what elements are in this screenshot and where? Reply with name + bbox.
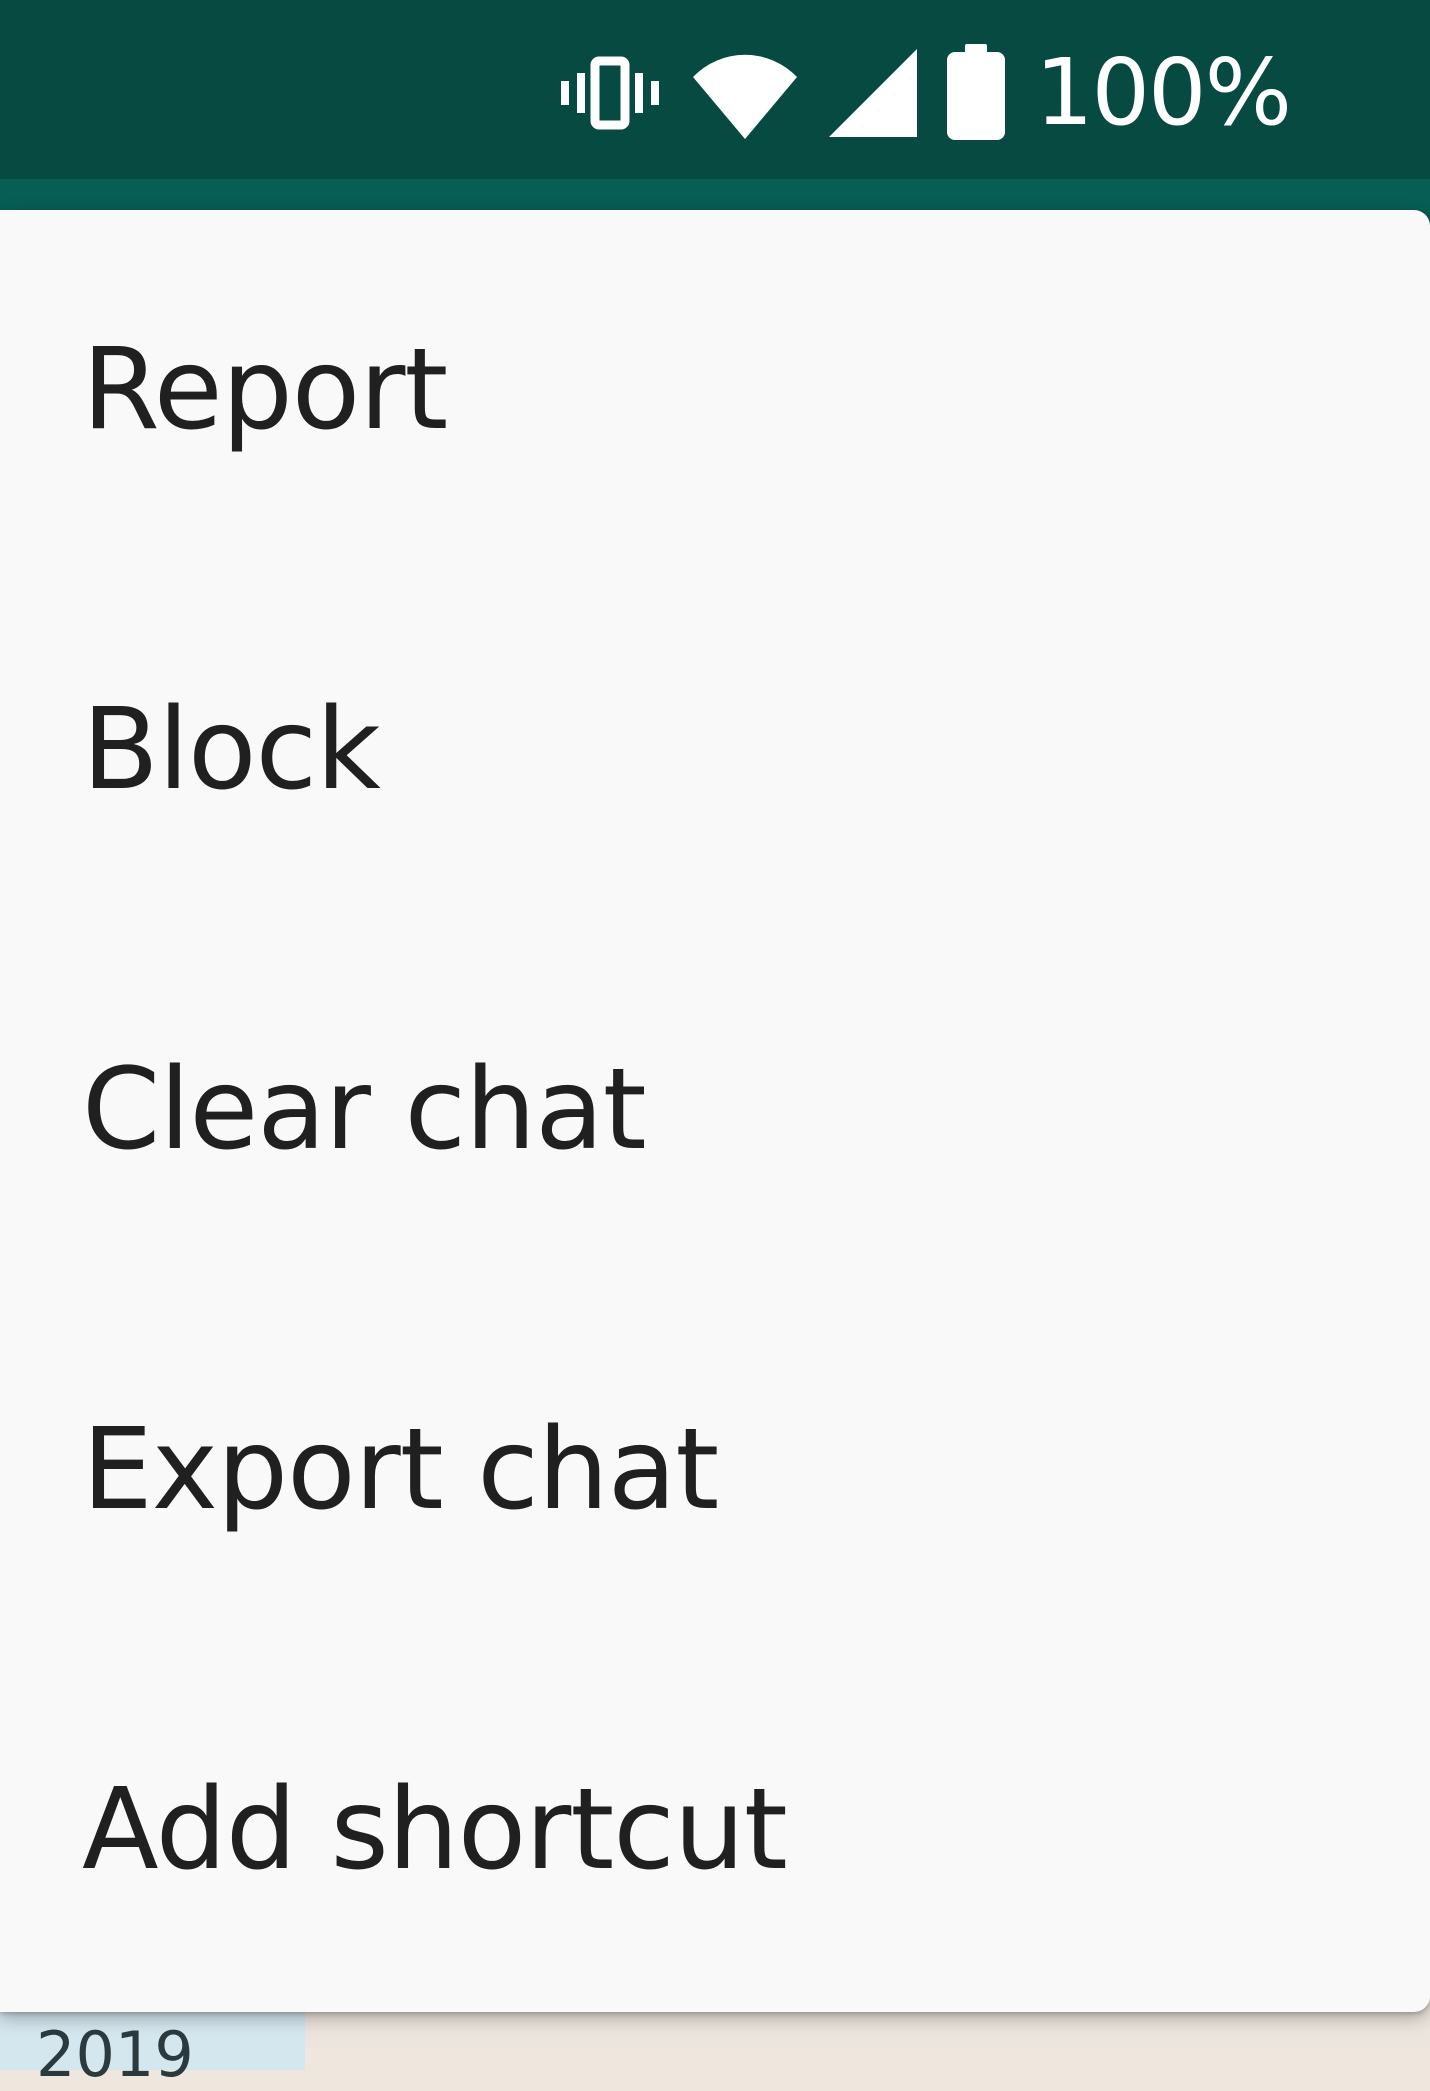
date-chip: 2019 (0, 2010, 305, 2091)
menu-item-add-shortcut[interactable]: Add shortcut (0, 1650, 1430, 2010)
menu-item-label: Add shortcut (82, 1765, 788, 1895)
wifi-icon (689, 47, 801, 139)
signal-icon (827, 47, 919, 139)
battery-percentage: 100% (1034, 39, 1292, 146)
menu-item-clear-chat[interactable]: Clear chat (0, 930, 1430, 1290)
menu-item-label: Block (82, 685, 381, 815)
date-chip-text: 2019 (36, 2018, 194, 2091)
menu-item-label: Export chat (82, 1405, 719, 1535)
status-bar: 100% (0, 0, 1430, 179)
status-icons: 100% (557, 38, 1292, 148)
overflow-menu: Report Block Clear chat Export chat Add … (0, 210, 1430, 2012)
vibrate-icon (557, 53, 663, 133)
battery-icon (945, 44, 1007, 142)
menu-item-label: Clear chat (82, 1045, 647, 1175)
menu-item-block[interactable]: Block (0, 570, 1430, 930)
menu-item-label: Report (82, 325, 448, 455)
menu-item-report[interactable]: Report (0, 210, 1430, 570)
menu-item-export-chat[interactable]: Export chat (0, 1290, 1430, 1650)
